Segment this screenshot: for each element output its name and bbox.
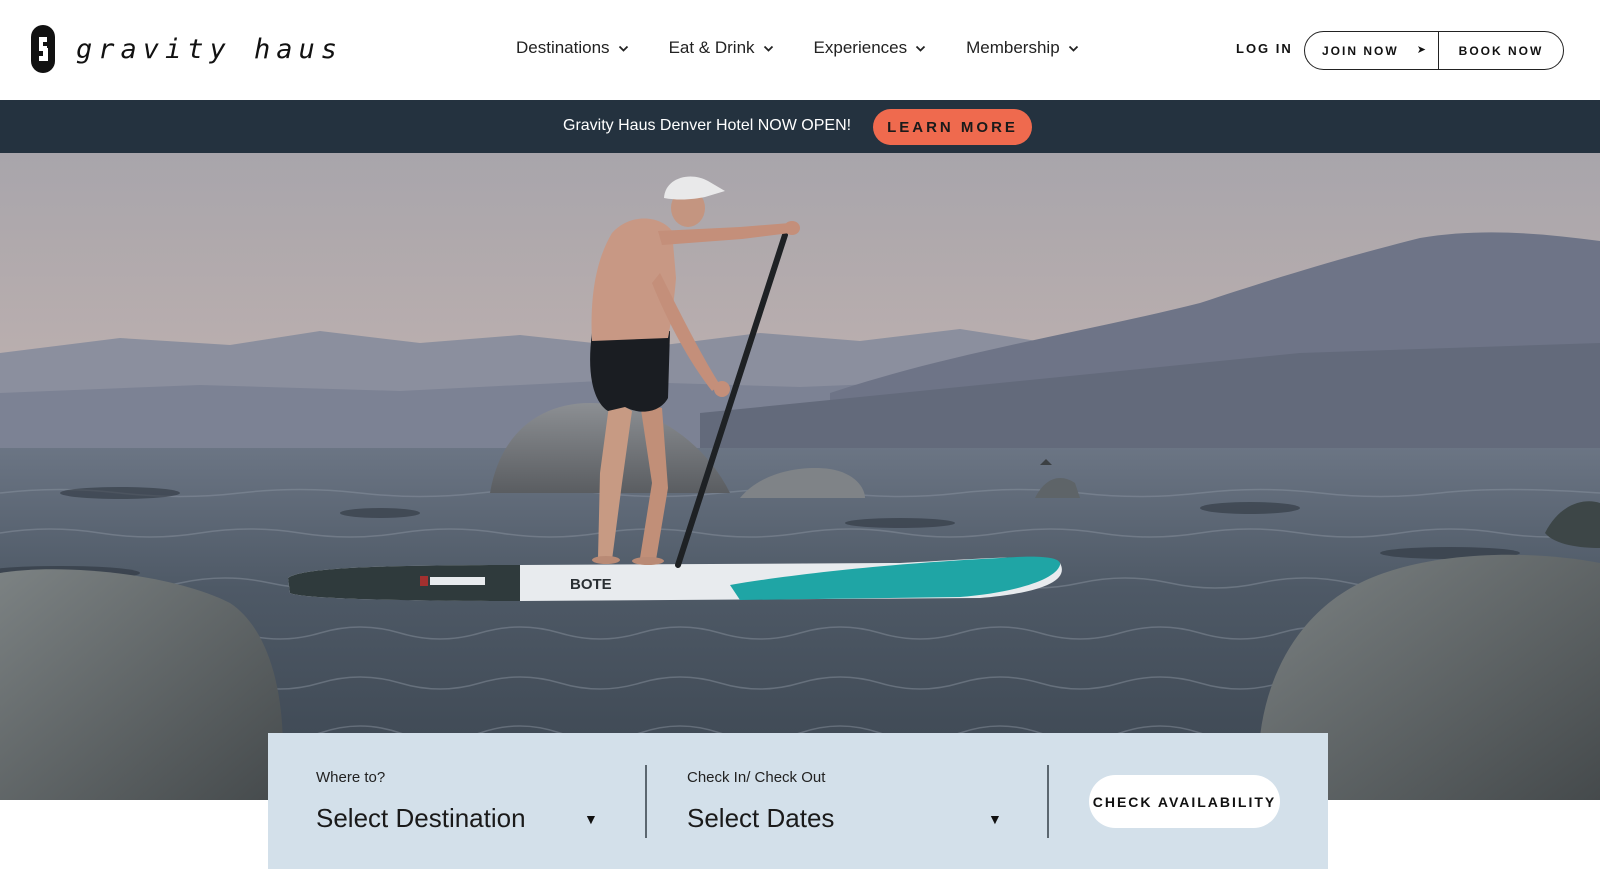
nav-experiences-label: Experiences [813,38,908,57]
caret-down-icon: ▼ [988,811,1002,827]
main-nav: Destinations Eat & Drink Experiences Mem… [516,38,1079,58]
logo-text: gravity haus [76,33,344,65]
caret-down-icon: ▼ [584,811,598,827]
gravity-haus-logo-icon [31,25,55,73]
chevron-down-icon [763,45,773,52]
chevron-down-icon [618,45,628,52]
destination-select[interactable]: Where to? Select Destination ▼ [316,733,606,869]
nav-destinations[interactable]: Destinations [516,38,629,58]
board-brand-text: BOTE [570,576,612,593]
dates-value: Select Dates [687,803,835,833]
hero-image: BOTE [0,153,1600,800]
check-availability-button[interactable]: CHECK AVAILABILITY [1089,775,1280,828]
nav-membership[interactable]: Membership [966,38,1079,58]
dates-label: Check In/ Check Out [687,769,826,786]
booking-widget: Where to? Select Destination ▼ Check In/… [268,733,1328,869]
site-header: gravity haus Destinations Eat & Drink Ex… [0,0,1600,100]
destination-label: Where to? [316,769,386,786]
cta-group: JOIN NOW ➤ BOOK NOW [1304,31,1564,70]
arrow-right-icon: ➤ [1416,44,1428,56]
paddleboarder-scene: BOTE [0,153,1600,800]
dates-select[interactable]: Check In/ Check Out Select Dates ▼ [687,733,1007,869]
nav-destinations-label: Destinations [516,38,610,57]
learn-more-button[interactable]: LEARN MORE [873,109,1032,145]
nav-eat-drink[interactable]: Eat & Drink [669,38,774,58]
join-now-button[interactable]: JOIN NOW ➤ [1305,32,1439,69]
login-link[interactable]: LOG IN [1236,41,1293,56]
nav-eat-drink-label: Eat & Drink [668,38,755,57]
field-divider [1047,765,1049,838]
chevron-down-icon [915,45,926,52]
nav-experiences[interactable]: Experiences [814,38,927,58]
destination-value: Select Destination [316,803,526,833]
nav-membership-label: Membership [966,38,1060,57]
announcement-text: Gravity Haus Denver Hotel NOW OPEN! [563,117,852,134]
join-now-label: JOIN NOW [1322,43,1399,58]
field-divider [645,765,647,838]
logo[interactable]: gravity haus [30,24,343,74]
chevron-down-icon [1068,45,1078,52]
book-now-button[interactable]: BOOK NOW [1439,32,1563,69]
announcement-bar: Gravity Haus Denver Hotel NOW OPEN! LEAR… [0,100,1600,153]
